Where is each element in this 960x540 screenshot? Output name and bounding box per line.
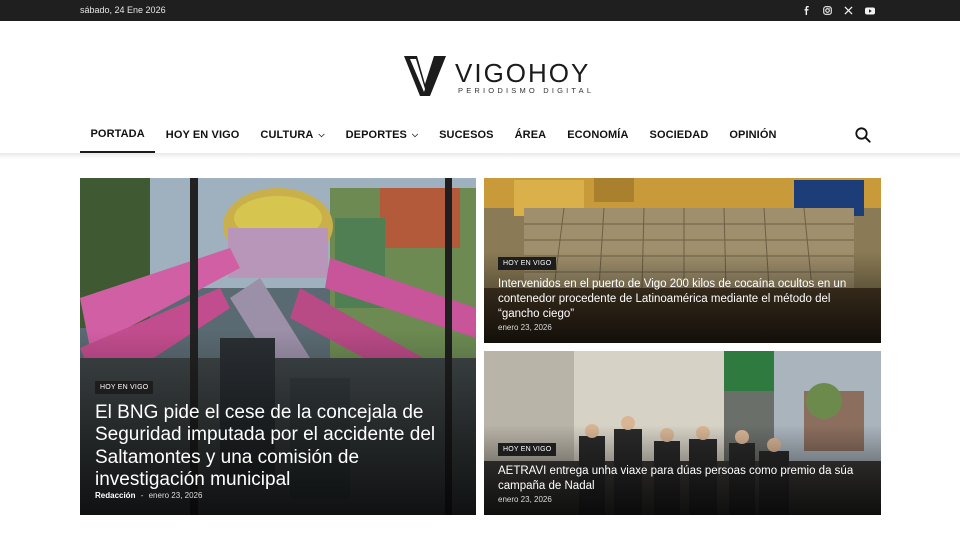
chevron-down-icon: ⌵ — [411, 130, 419, 139]
logo-name: VIGOHOY — [455, 58, 591, 88]
nav-label: CULTURA — [260, 129, 314, 141]
nav-area[interactable]: ÁREA — [504, 117, 557, 153]
meta-separator: - — [140, 491, 144, 500]
logo-tagline: PERIODISMO DIGITAL — [458, 86, 595, 95]
article-date: enero 23, 2026 — [148, 491, 203, 500]
site-logo[interactable]: VIGOHOY PERIODISMO DIGITAL — [403, 54, 603, 100]
nav-portada[interactable]: PORTADA — [80, 117, 156, 153]
nav-deportes[interactable]: DEPORTES ⌵ — [335, 117, 428, 153]
nav-label: SOCIEDAD — [649, 129, 709, 141]
facebook-icon[interactable] — [796, 4, 817, 17]
social-links — [796, 4, 880, 17]
article-author[interactable]: Redacción — [95, 491, 135, 500]
nav-label: ÁREA — [514, 129, 547, 141]
article-title[interactable]: AETRAVI entrega unha viaxe para dúas per… — [498, 464, 870, 494]
nav-sociedad[interactable]: SOCIEDAD — [639, 117, 719, 153]
nav-economia[interactable]: ECONOMÍA — [557, 117, 639, 153]
nav-label: DEPORTES — [345, 129, 407, 141]
article-date: enero 23, 2026 — [498, 323, 552, 332]
featured-main-article[interactable]: HOY EN VIGO El BNG pide el cese de la co… — [80, 178, 476, 515]
youtube-icon[interactable] — [859, 4, 880, 17]
current-date: sábado, 24 Ene 2026 — [80, 5, 166, 15]
article-meta: Redacción - enero 23, 2026 — [95, 491, 202, 500]
nav-label: ECONOMÍA — [567, 129, 629, 141]
nav-label: SUCESOS — [439, 129, 494, 141]
category-badge[interactable]: HOY EN VIGO — [498, 257, 557, 270]
nav-divider — [0, 153, 960, 159]
top-bar: sábado, 24 Ene 2026 — [0, 0, 960, 21]
logo-mark — [404, 56, 446, 96]
chevron-down-icon: ⌵ — [318, 130, 325, 139]
nav-label: OPINIÓN — [729, 129, 777, 141]
nav-sucesos[interactable]: SUCESOS — [429, 117, 505, 153]
x-icon[interactable] — [838, 4, 859, 17]
featured-side-article[interactable]: HOY EN VIGO AETRAVI entrega unha viaxe p… — [484, 351, 881, 515]
category-badge[interactable]: HOY EN VIGO — [95, 381, 154, 394]
search-icon[interactable] — [854, 126, 872, 144]
nav-hoy-en-vigo[interactable]: HOY EN VIGO — [155, 117, 250, 153]
article-title[interactable]: Intervenidos en el puerto de Vigo 200 ki… — [498, 277, 870, 322]
category-badge[interactable]: HOY EN VIGO — [498, 443, 557, 456]
nav-cultura[interactable]: CULTURA ⌵ — [250, 117, 335, 153]
article-title[interactable]: El BNG pide el cese de la concejala de S… — [95, 402, 467, 492]
main-nav: PORTADA HOY EN VIGO CULTURA ⌵ DEPORTES ⌵ S… — [80, 117, 787, 153]
nav-opinion[interactable]: OPINIÓN — [719, 117, 787, 153]
nav-label: HOY EN VIGO — [165, 129, 240, 141]
featured-side-article[interactable]: HOY EN VIGO Intervenidos en el puerto de… — [484, 178, 881, 343]
article-date: enero 23, 2026 — [498, 495, 552, 504]
instagram-icon[interactable] — [817, 4, 838, 17]
nav-label: PORTADA — [90, 128, 145, 140]
